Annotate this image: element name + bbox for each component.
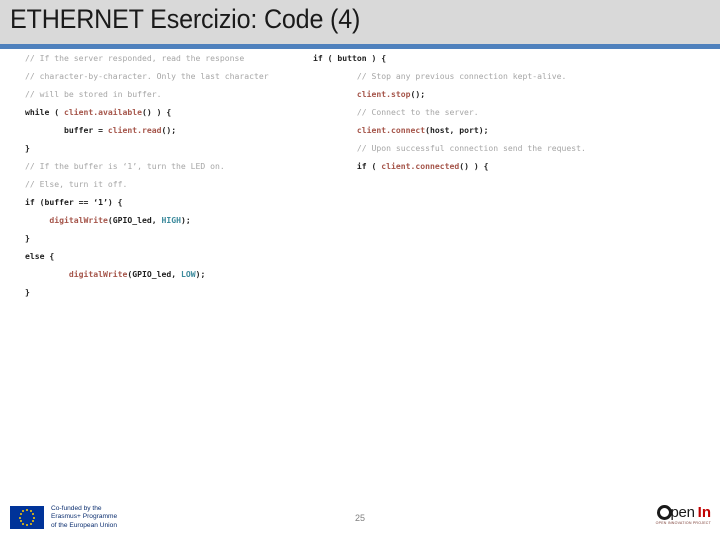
- eu-star-icon: [26, 509, 28, 512]
- code-token-plain: }: [25, 143, 30, 153]
- code-token-plain: (GPIO_led,: [127, 269, 181, 279]
- slide-footer: Co-funded by the Erasmus+ Programme of t…: [0, 489, 720, 540]
- code-token-plain: if (buffer == ‘1’) {: [25, 197, 123, 207]
- code-token-com: // Upon successful connection send the r…: [356, 143, 586, 153]
- eu-star-icon: [26, 523, 28, 526]
- code-token-plain: );: [180, 215, 191, 225]
- code-token-com: // Connect to the server.: [356, 107, 479, 117]
- code-token-fn: client.available: [63, 107, 142, 117]
- code-right-line: if ( client.connected() ) {: [313, 157, 713, 175]
- code-token-fn: client.stop: [356, 89, 411, 99]
- code-token-com: // If the server responded, read the res…: [25, 53, 245, 63]
- code-left-line: // will be stored in buffer.: [25, 85, 315, 103]
- code-right-line: // Stop any previous connection kept-ali…: [313, 67, 713, 85]
- code-left-line: if (buffer == ‘1’) {: [25, 193, 315, 211]
- code-token-plain: () ) {: [459, 161, 489, 171]
- code-left-line: // Else, turn it off.: [25, 175, 315, 193]
- openin-in-text: In: [697, 504, 711, 521]
- code-token-const: HIGH: [161, 215, 181, 225]
- code-token-com: // Stop any previous connection kept-ali…: [356, 71, 567, 81]
- code-token-plain: }: [25, 287, 30, 297]
- code-token-plain: );: [195, 269, 206, 279]
- code-token-com: // will be stored in buffer.: [25, 89, 162, 99]
- code-column-left: // If the server responded, read the res…: [25, 49, 315, 301]
- code-right-line: client.connect(host, port);: [313, 121, 713, 139]
- code-token-com: // If the buffer is ‘1’, turn the LED on…: [25, 161, 225, 171]
- openin-pen-text: pen: [670, 504, 695, 521]
- code-token-key: while (: [25, 107, 64, 117]
- code-area: // If the server responded, read the res…: [0, 49, 720, 489]
- code-token-com: // character-by-character. Only the last…: [25, 71, 269, 81]
- code-token-plain: ();: [161, 125, 177, 135]
- code-token-plain: }: [25, 233, 30, 243]
- code-left-line: // If the buffer is ‘1’, turn the LED on…: [25, 157, 315, 175]
- eu-star-icon: [29, 522, 32, 525]
- code-column-right: if ( button ) { // Stop any previous con…: [313, 49, 713, 175]
- code-token-key: if ( button ) {: [313, 53, 387, 63]
- code-token-com: // Else, turn it off.: [25, 179, 128, 189]
- code-right-line: client.stop();: [313, 85, 713, 103]
- code-token-fn: digitalWrite: [68, 269, 128, 279]
- code-right-line: if ( button ) {: [313, 49, 713, 67]
- code-token-plain: (GPIO_led,: [107, 215, 162, 225]
- code-token-plain: else {: [25, 251, 55, 261]
- code-token-fn: client.connected: [381, 161, 460, 171]
- code-left-line: digitalWrite(GPIO_led, HIGH);: [25, 211, 315, 229]
- page-title: ETHERNET Esercizio: Code (4): [10, 4, 361, 34]
- code-token-fn: digitalWrite: [49, 215, 108, 225]
- code-token-plain: buffer =: [63, 125, 108, 135]
- code-token-const: LOW: [180, 269, 196, 279]
- code-left-line: while ( client.available() ) {: [25, 103, 315, 121]
- code-token-fn: client.read: [107, 125, 162, 135]
- code-left-line: }: [25, 139, 315, 157]
- code-token-plain: ();: [410, 89, 426, 99]
- code-right-line: // Connect to the server.: [313, 103, 713, 121]
- page-number: 25: [354, 513, 365, 523]
- code-right-line: // Upon successful connection send the r…: [313, 139, 713, 157]
- code-token-plain: if (: [356, 161, 382, 171]
- code-left-line: buffer = client.read();: [25, 121, 315, 139]
- code-left-line: // If the server responded, read the res…: [25, 49, 315, 67]
- code-token-plain: (host, port);: [425, 125, 489, 135]
- code-left-line: // character-by-character. Only the last…: [25, 67, 315, 85]
- code-left-line: }: [25, 229, 315, 247]
- slide-header: ETHERNET Esercizio: Code (4): [0, 0, 720, 44]
- code-left-line: digitalWrite(GPIO_led, LOW);: [25, 265, 315, 283]
- openin-o-icon: [656, 505, 672, 520]
- code-left-line: else {: [25, 247, 315, 265]
- code-token-fn: client.connect: [356, 125, 426, 135]
- eu-star-icon: [22, 522, 25, 525]
- code-token-plain: () ) {: [141, 107, 172, 117]
- openin-tagline: OPEN INNOVATION PROJECT: [655, 521, 711, 525]
- code-left-line: }: [25, 283, 315, 301]
